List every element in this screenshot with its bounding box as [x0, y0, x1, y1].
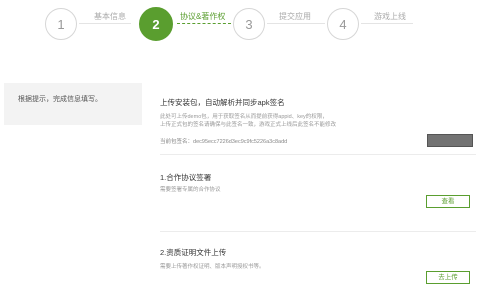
step-connector — [267, 23, 325, 24]
section-divider — [160, 231, 476, 232]
step-2-label[interactable]: 协议&著作权 — [180, 11, 225, 22]
step-connector — [361, 23, 413, 24]
signature-value: dec95ecc7226d3ec9c9fc5226a3c8add — [193, 139, 288, 145]
upload-apk-title: 上传安装包，自动解析并同步apk签名 — [160, 98, 285, 107]
step-3-label[interactable]: 提交应用 — [279, 11, 311, 22]
agreement-title: 1.合作协议签署 — [160, 173, 212, 182]
view-agreement-button[interactable]: 查看 — [426, 195, 470, 208]
certificate-desc: 需要上传著作权证明、版本声明授权书等。 — [160, 264, 265, 270]
step-4-label[interactable]: 游戏上线 — [374, 11, 406, 22]
step-4-circle[interactable]: 4 — [327, 8, 359, 40]
upload-certificate-button[interactable]: 去上传 — [426, 271, 470, 284]
step-3-circle[interactable]: 3 — [233, 8, 265, 40]
upload-apk-button[interactable] — [427, 134, 473, 147]
upload-apk-desc-line-2: 上传正式包的签名请确保与此签名一致，游戏正式上线后此签名不能修改 — [160, 122, 337, 128]
step-connector-active — [177, 23, 231, 24]
upload-apk-desc-line-1: 此处可上传demo包，用于获取签名从而提前获得appid、key的权限， — [160, 114, 328, 120]
step-2-circle[interactable]: 2 — [139, 7, 173, 41]
step-connector — [79, 23, 131, 24]
hint-text: 根据提示，完成信息填写。 — [18, 96, 102, 103]
hint-panel: 根据提示，完成信息填写。 — [4, 83, 142, 125]
progress-stepper: 1 基本信息 2 协议&著作权 3 提交应用 4 游戏上线 — [0, 0, 500, 50]
step-1-label[interactable]: 基本信息 — [94, 11, 126, 22]
agreement-desc: 需要签署专属的合作协议 — [160, 187, 221, 193]
apk-signature: 当前包签名：dec95ecc7226d3ec9c9fc5226a3c8add — [160, 137, 287, 145]
section-divider — [160, 154, 476, 155]
certificate-title: 2.资质证明文件上传 — [160, 248, 227, 257]
signature-label: 当前包签名： — [160, 139, 194, 145]
step-1-circle[interactable]: 1 — [45, 8, 77, 40]
